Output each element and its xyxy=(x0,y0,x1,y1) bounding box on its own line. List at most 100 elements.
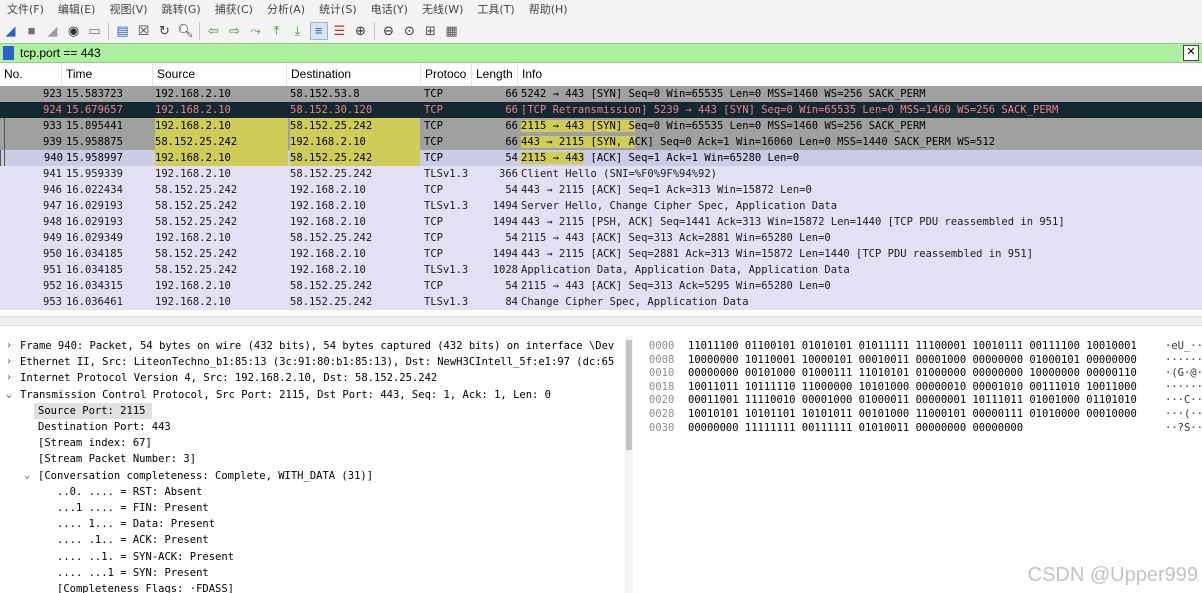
packet-row[interactable]: 923 15.583723 192.168.2.10 58.152.53.8 TCP 66… xyxy=(0,86,1202,102)
column-grid-icon[interactable]: ▦ xyxy=(444,23,460,39)
packet-row[interactable]: 951 16.034185 58.152.25.242 192.168.2.10 TLS… xyxy=(0,262,1202,278)
menu-capture[interactable]: 捕获(C) xyxy=(208,1,260,17)
column-header-source[interactable]: Source xyxy=(153,63,287,86)
bytes-row[interactable]: 0008 10000000 10110001 10000101 00010011 … xyxy=(643,353,1202,367)
packet-destination: 58.152.25.242 xyxy=(290,232,373,244)
menu-wireless[interactable]: 无线(W) xyxy=(415,1,470,17)
packet-source: 58.152.25.242 xyxy=(155,248,238,260)
packet-row[interactable]: 946 16.022434 58.152.25.242 192.168.2.10 TCP… xyxy=(0,182,1202,198)
bytes-hex: 10011011 10111110 11000000 10101000 0000… xyxy=(688,380,1137,393)
menu-telephony[interactable]: 电话(Y) xyxy=(364,1,415,17)
close-file-icon[interactable]: ☒ xyxy=(136,23,152,39)
stop-square-icon[interactable]: ■ xyxy=(24,23,40,39)
packet-protocol: TCP xyxy=(424,152,443,164)
packet-number: 923 xyxy=(43,88,62,100)
menu-analyze[interactable]: 分析(A) xyxy=(260,1,312,17)
menu-edit[interactable]: 编辑(E) xyxy=(51,1,103,17)
expand-arrow-icon[interactable]: › xyxy=(6,370,12,386)
packet-row[interactable]: 948 16.029193 58.152.25.242 192.168.2.10 TCP… xyxy=(0,214,1202,230)
packet-protocol: TCP xyxy=(424,120,443,132)
column-header-time[interactable]: Time xyxy=(62,63,153,86)
menu-statistics[interactable]: 统计(S) xyxy=(312,1,364,17)
open-file-icon[interactable]: ▭ xyxy=(87,23,103,39)
bytes-hex: 00011001 11110010 00001000 01000011 0000… xyxy=(688,394,1137,407)
column-header-info[interactable]: Info xyxy=(518,63,1202,86)
menu-go[interactable]: 跳转(G) xyxy=(155,1,208,17)
bytes-hex: 11011100 01100101 01010101 01011111 1110… xyxy=(688,340,1137,352)
bytes-row[interactable]: 0000 11011100 01100101 01010101 01011111 … xyxy=(643,339,1202,353)
auto-scroll-icon[interactable]: ≡ xyxy=(309,21,328,40)
packet-row[interactable]: 940 15.958997 192.168.2.10 58.152.25.242 TCP… xyxy=(0,150,1202,166)
packet-info: Server Hello, Change Cipher Spec, Applic… xyxy=(521,200,838,212)
restart-fin-icon[interactable]: ◢ xyxy=(45,23,61,39)
packet-length: 84 xyxy=(505,296,518,308)
bytes-ascii: ·eU_·· xyxy=(1165,340,1202,352)
packet-details-pane: › Frame 940: Packet, 54 bytes on wire (43… xyxy=(0,336,625,593)
bookmark-icon[interactable] xyxy=(3,46,14,60)
packet-time: 15.679657 xyxy=(66,104,123,116)
packet-destination: 192.168.2.10 xyxy=(290,248,366,260)
detail-tree-item[interactable]: Source Port: 2115 xyxy=(34,402,152,419)
detail-text: [Stream index: 67] xyxy=(38,437,152,450)
bytes-row[interactable]: 0020 00011001 11110010 00001000 01000011 … xyxy=(643,393,1202,407)
collapse-arrow-icon[interactable]: ⌄ xyxy=(6,387,12,403)
column-header-protocol[interactable]: Protoco xyxy=(421,63,472,86)
packet-number: 952 xyxy=(43,280,62,292)
find-packet-icon[interactable]: 🔍︎ xyxy=(177,23,194,39)
colorize-icon[interactable]: ☰ xyxy=(332,23,348,39)
go-to-packet-icon[interactable]: ⤳ xyxy=(248,23,264,39)
display-filter-input[interactable] xyxy=(20,44,1180,62)
reload-icon[interactable]: ↻ xyxy=(157,23,173,39)
packet-row[interactable]: 941 15.959339 192.168.2.10 58.152.25.242 TLS… xyxy=(0,166,1202,182)
packet-row[interactable]: 950 16.034185 58.152.25.242 192.168.2.10 TCP… xyxy=(0,246,1202,262)
options-gear-icon[interactable]: ◉ xyxy=(66,23,82,39)
detail-text: Ethernet II, Src: LiteonTechno_b1:85:13 … xyxy=(20,356,615,369)
bytes-row[interactable]: 0028 10010101 10101101 10101011 00101000 … xyxy=(643,407,1202,421)
packet-row[interactable]: 949 16.029349 192.168.2.10 58.152.25.242 TCP… xyxy=(0,230,1202,246)
scrollbar-thumb[interactable] xyxy=(626,340,632,450)
packet-row[interactable]: 939 15.958875 58.152.25.242 192.168.2.10 TCP… xyxy=(0,134,1202,150)
menu-view[interactable]: 视图(V) xyxy=(102,1,154,17)
bytes-ascii: ···(·· xyxy=(1165,408,1202,420)
packet-time: 15.959339 xyxy=(66,168,123,180)
go-back-icon[interactable]: ⇦ xyxy=(206,23,222,39)
go-first-icon[interactable]: ⤒ xyxy=(269,23,285,39)
column-header-no[interactable]: No. xyxy=(0,63,62,86)
zoom-in-icon[interactable]: ⊕ xyxy=(353,23,369,39)
expand-arrow-icon[interactable]: › xyxy=(6,354,12,370)
zoom-normal-icon[interactable]: ⊙ xyxy=(402,23,418,39)
collapse-arrow-icon[interactable]: ⌄ xyxy=(24,468,30,484)
packet-destination: 58.152.30.120 xyxy=(290,104,373,116)
pane-splitter[interactable] xyxy=(0,316,1202,326)
resize-columns-icon[interactable]: ⊞ xyxy=(423,23,439,39)
packet-row[interactable]: 933 15.895441 192.168.2.10 58.152.25.242 TCP… xyxy=(0,118,1202,134)
packet-source: 58.152.25.242 xyxy=(155,200,238,212)
menu-file[interactable]: 文件(F) xyxy=(0,1,51,17)
packet-row[interactable]: 924 15.679657 192.168.2.10 58.152.30.120 TCP… xyxy=(0,102,1202,118)
shark-fin-start-icon[interactable]: ◢ xyxy=(3,23,19,39)
packet-number: 946 xyxy=(43,184,62,196)
column-header-destination[interactable]: Destination xyxy=(287,63,421,86)
packet-protocol: TCP xyxy=(424,248,443,260)
clear-filter-icon[interactable]: ✕ xyxy=(1183,45,1199,61)
bytes-row[interactable]: 0018 10011011 10111110 11000000 10101000 … xyxy=(643,380,1202,394)
column-header-length[interactable]: Length xyxy=(472,63,518,86)
save-file-icon[interactable]: ▤ xyxy=(115,23,131,39)
bytes-ascii: ·(G·@· xyxy=(1165,367,1202,380)
detail-text: Source Port: 2115 xyxy=(38,404,146,417)
bytes-row[interactable]: 0010 00000000 00101000 01000111 11010101 … xyxy=(643,366,1202,380)
packet-destination: 192.168.2.10 xyxy=(290,200,366,212)
zoom-out-icon[interactable]: ⊖ xyxy=(381,23,397,39)
packet-row[interactable]: 952 16.034315 192.168.2.10 58.152.25.242 TCP… xyxy=(0,278,1202,294)
packet-row[interactable]: 947 16.029193 58.152.25.242 192.168.2.10 TLS… xyxy=(0,198,1202,214)
menu-tools[interactable]: 工具(T) xyxy=(470,1,521,17)
expand-arrow-icon[interactable]: › xyxy=(6,338,12,354)
packet-length: 1494 xyxy=(492,248,518,260)
bytes-row[interactable]: 0030 00000000 11111111 00111111 01010011 … xyxy=(643,421,1202,435)
go-forward-icon[interactable]: ⇨ xyxy=(227,23,243,39)
packet-row[interactable]: 953 16.036461 192.168.2.10 58.152.25.242 TLS… xyxy=(0,294,1202,310)
go-last-icon[interactable]: ⤓ xyxy=(290,23,306,39)
menu-help[interactable]: 帮助(H) xyxy=(522,1,575,17)
packet-info: 2115 → 443 [ACK] Seq=313 Ack=5295 Win=65… xyxy=(521,280,831,292)
details-scrollbar[interactable] xyxy=(625,336,633,593)
